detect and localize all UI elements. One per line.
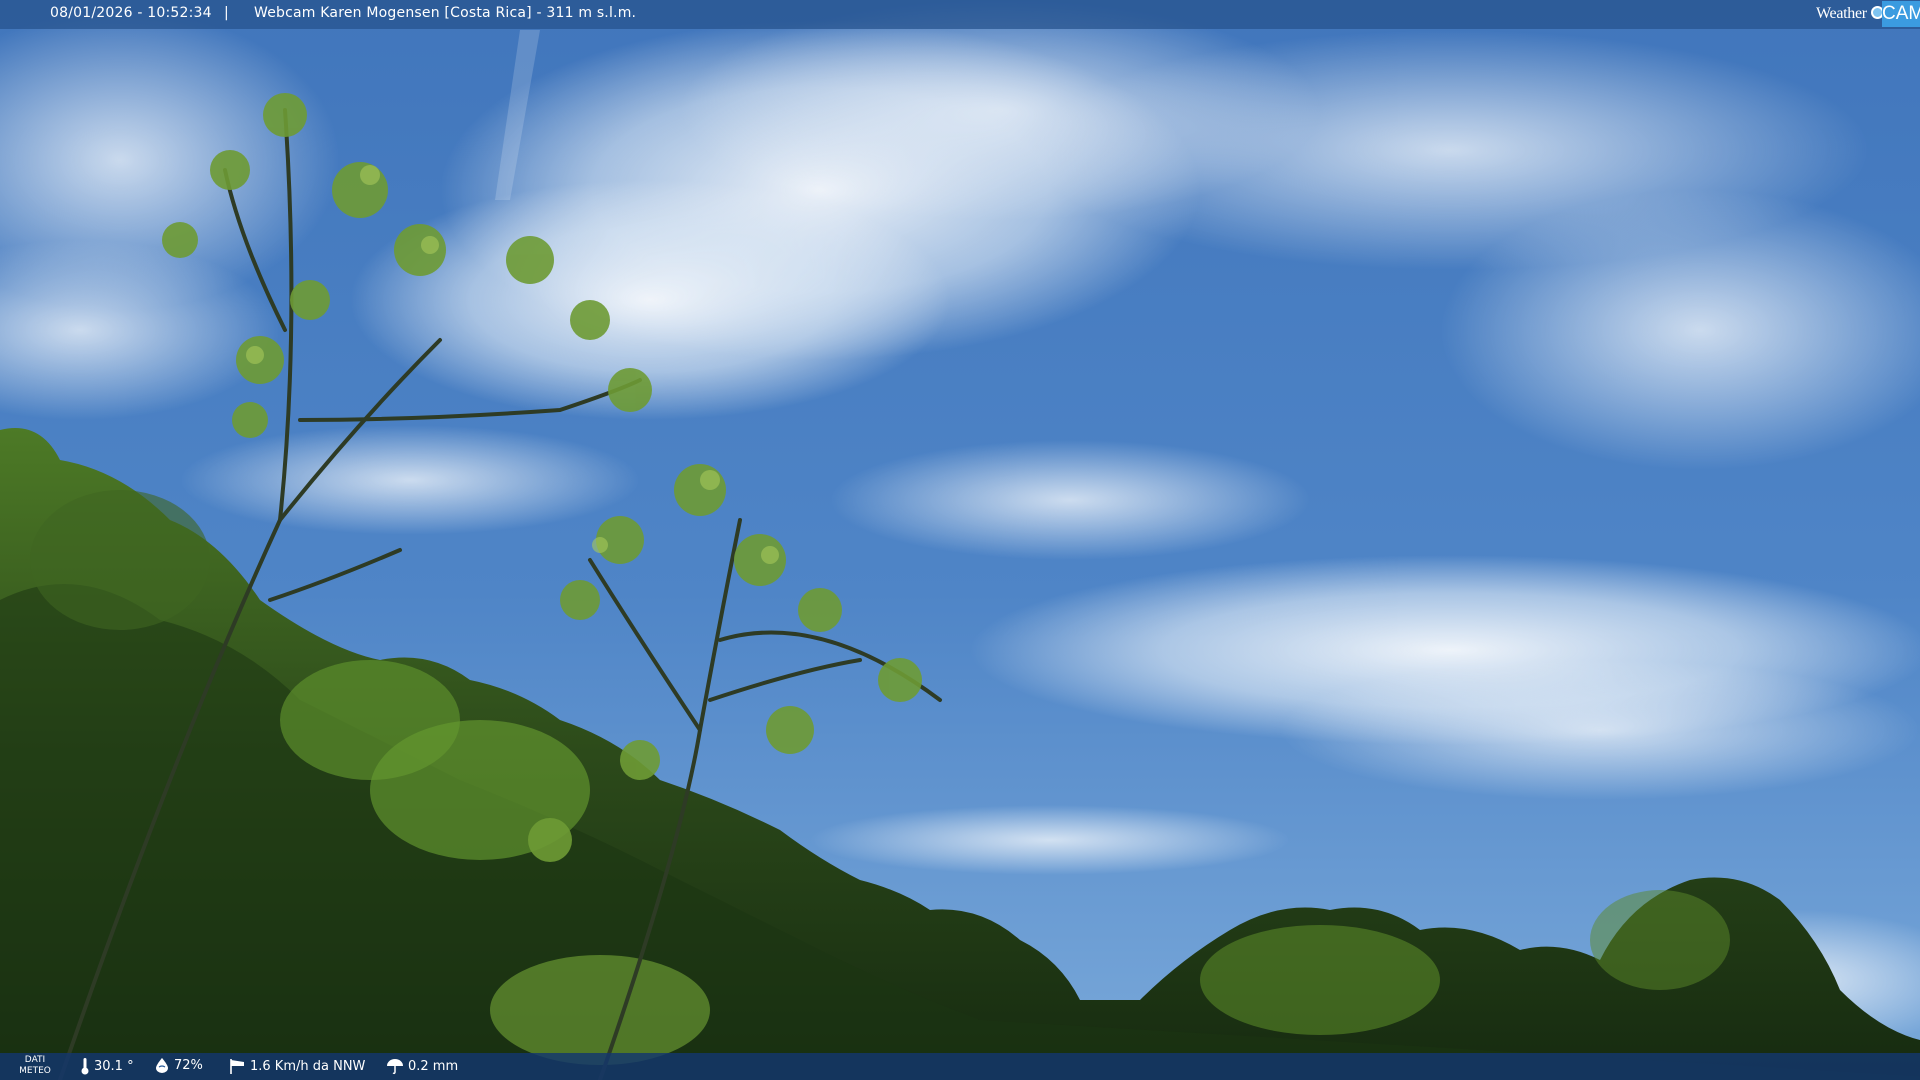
humidity-value: 72% [174,1057,203,1073]
weathercam-logo: Weather CAM [1816,0,1920,29]
separator: | [224,5,229,21]
webcam-title: Webcam Karen Mogensen [Costa Rica] - 311… [254,5,637,21]
wind-sock-icon [230,1059,244,1074]
weather-data-label: DATI METEO [19,1055,51,1076]
bottom-overlay-bar: DATI METEO 30.1 ° 72% 1.6 Km/h da NNW 0.… [0,1053,1920,1080]
temperature-reading: 30.1 ° [80,1057,134,1075]
rain-value: 0.2 mm [408,1058,459,1074]
thermometer-icon [81,1058,89,1075]
timestamp: 08/01/2026 - 10:52:34 [50,5,212,21]
rain-reading: 0.2 mm [386,1057,458,1075]
logo-word: Weather [1816,5,1867,22]
logo-cam: CAM [1882,1,1920,27]
top-overlay-bar: 08/01/2026 - 10:52:34 | Webcam Karen Mog… [0,0,1920,29]
umbrella-icon [387,1059,403,1075]
webcam-image [0,0,1920,1080]
wind-reading: 1.6 Km/h da NNW [228,1057,365,1075]
wind-value: 1.6 Km/h da NNW [250,1058,366,1074]
humidity-drop-icon [156,1058,168,1073]
temperature-value: 30.1 ° [94,1058,134,1074]
humidity-reading: 72% [154,1057,203,1073]
